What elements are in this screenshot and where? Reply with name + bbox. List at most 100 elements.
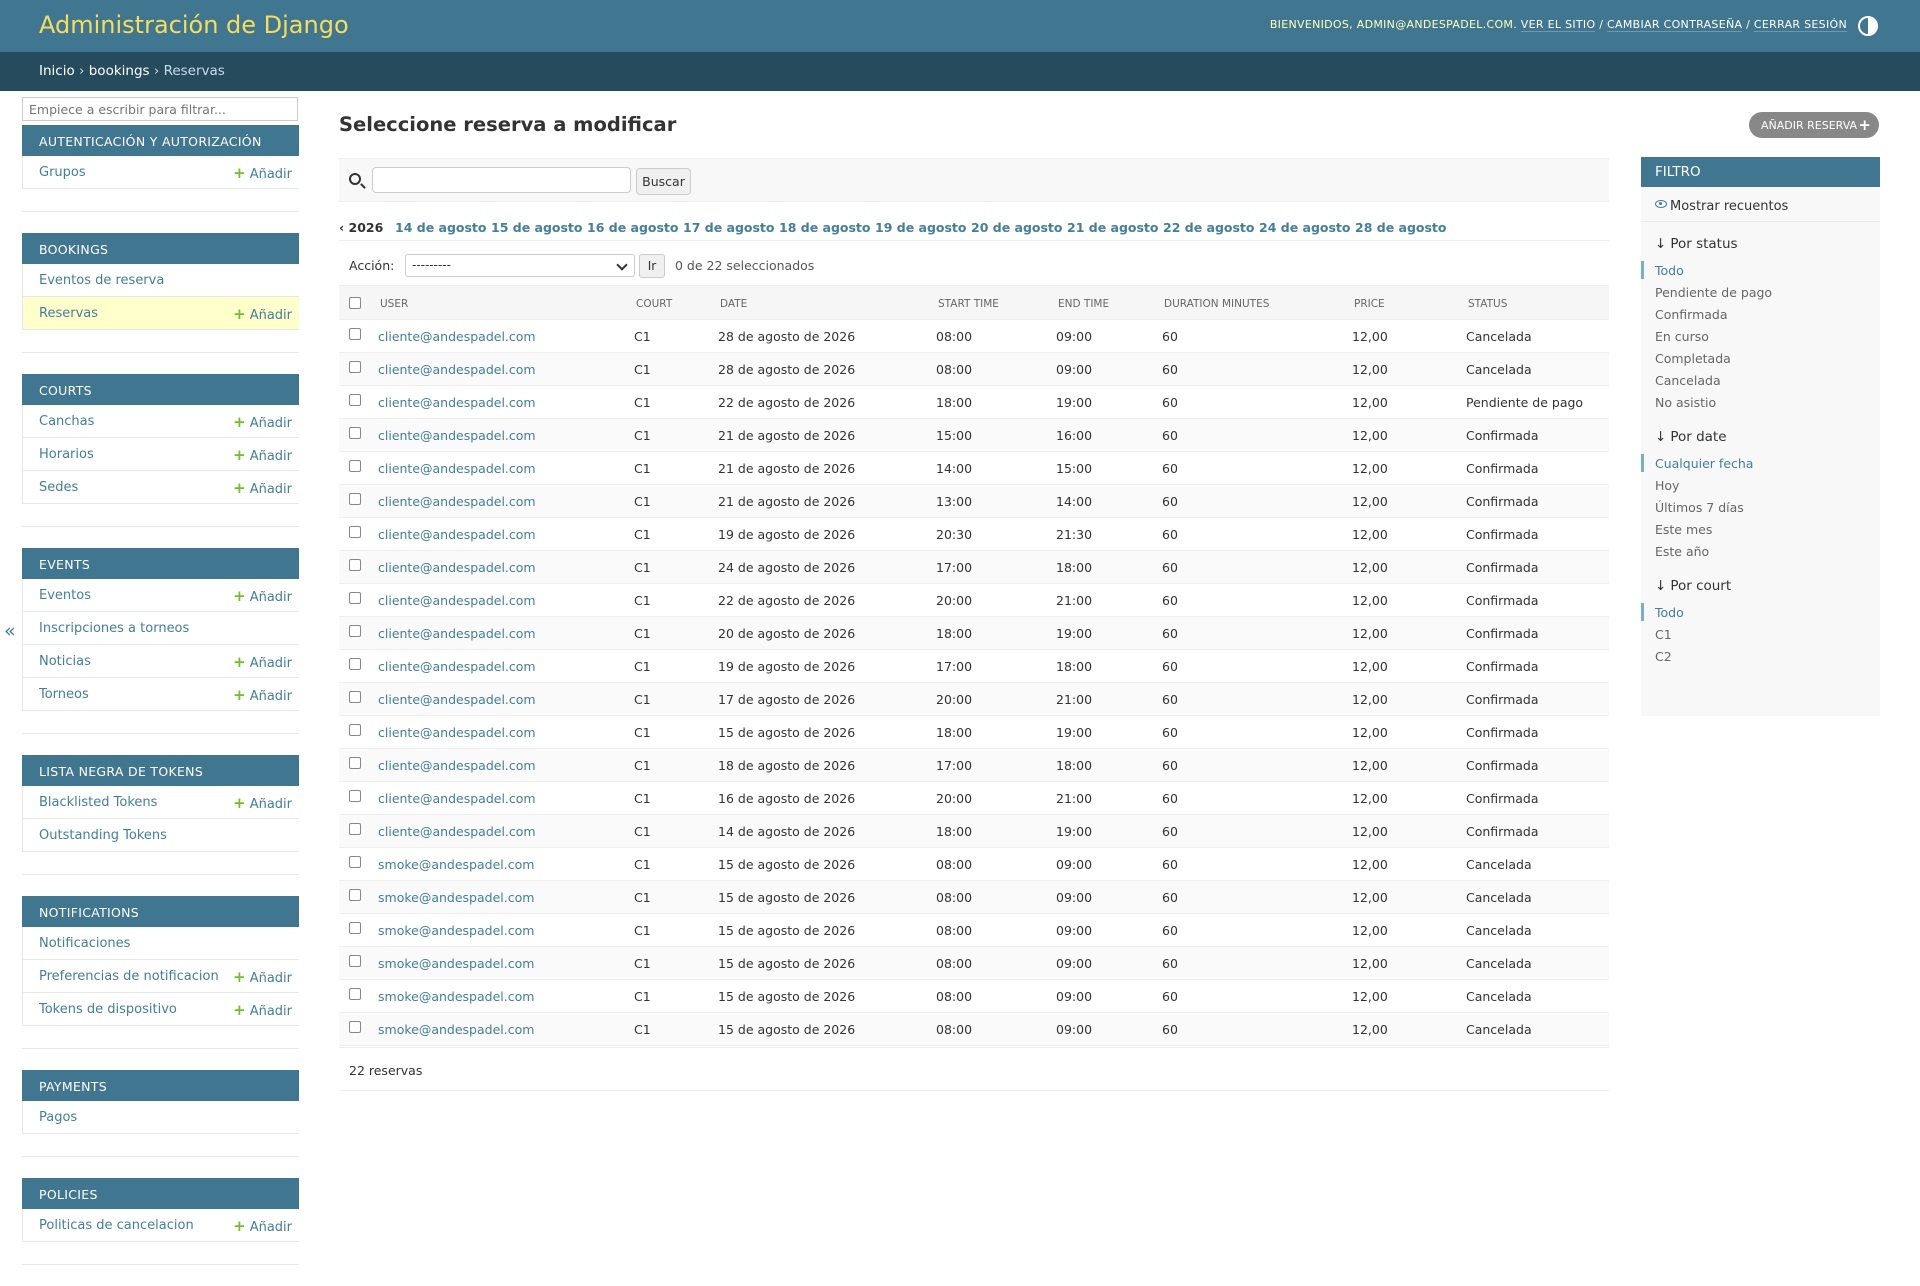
user-link[interactable]: cliente@andespadel.com (378, 791, 536, 806)
date-hierarchy-back[interactable]: ‹ 2026 (339, 220, 383, 235)
user-link[interactable]: cliente@andespadel.com (378, 758, 536, 773)
column-status-header[interactable]: STATUS (1468, 298, 1507, 310)
date-hierarchy-link[interactable]: 17 de agosto (683, 220, 775, 235)
sidebar-item-link[interactable]: Blacklisted Tokens (39, 795, 157, 810)
nav-module-caption[interactable]: AUTENTICACIÓN Y AUTORIZACIÓN (22, 125, 299, 156)
sidebar-item-link[interactable]: Horarios (39, 447, 94, 462)
user-link[interactable]: smoke@andespadel.com (378, 989, 534, 1004)
date-hierarchy-link[interactable]: 24 de agosto (1259, 220, 1351, 235)
row-checkbox[interactable] (349, 790, 361, 802)
user-link[interactable]: cliente@andespadel.com (378, 461, 536, 476)
user-link[interactable]: cliente@andespadel.com (378, 626, 536, 641)
user-link[interactable]: cliente@andespadel.com (378, 395, 536, 410)
user-link[interactable]: cliente@andespadel.com (378, 527, 536, 542)
sidebar-item-link[interactable]: Eventos de reserva (39, 273, 164, 288)
nav-module-caption[interactable]: BOOKINGS (22, 233, 299, 264)
filter-option[interactable]: Este año (1655, 542, 1880, 564)
add-link[interactable]: + Añadir (233, 1001, 292, 1019)
row-checkbox[interactable] (349, 889, 361, 901)
user-link[interactable]: cliente@andespadel.com (378, 362, 536, 377)
user-link[interactable]: cliente@andespadel.com (378, 494, 536, 509)
action-go-button[interactable]: Ir (639, 254, 665, 278)
filter-option[interactable]: C2 (1655, 647, 1880, 669)
add-link[interactable]: + Añadir (233, 446, 292, 464)
sidebar-item-link[interactable]: Noticias (39, 654, 91, 669)
row-checkbox[interactable] (349, 559, 361, 571)
row-checkbox[interactable] (349, 394, 361, 406)
row-checkbox[interactable] (349, 955, 361, 967)
nav-module-caption[interactable]: NOTIFICATIONS (22, 896, 299, 927)
add-link[interactable]: + Añadir (233, 794, 292, 812)
add-link[interactable]: + Añadir (233, 413, 292, 431)
filter-option[interactable]: Cualquier fecha (1641, 454, 1880, 476)
date-hierarchy-link[interactable]: 21 de agosto (1067, 220, 1159, 235)
user-link[interactable]: cliente@andespadel.com (378, 593, 536, 608)
sidebar-item-link[interactable]: Pagos (39, 1110, 77, 1125)
user-link[interactable]: cliente@andespadel.com (378, 560, 536, 575)
filter-option[interactable]: No asistio (1655, 393, 1880, 415)
filter-group-title[interactable]: ↓ Por date (1655, 429, 1880, 445)
date-hierarchy-link[interactable]: 22 de agosto (1163, 220, 1255, 235)
filter-option[interactable]: Todo (1641, 603, 1880, 625)
collapse-sidebar-icon[interactable]: « (4, 620, 16, 642)
add-link[interactable]: + Añadir (233, 653, 292, 671)
user-link[interactable]: cliente@andespadel.com (378, 659, 536, 674)
filter-group-title[interactable]: ↓ Por status (1655, 236, 1880, 252)
change-password-link[interactable]: CAMBIAR CONTRASEÑA (1607, 18, 1743, 32)
search-button[interactable]: Buscar (636, 168, 691, 195)
row-checkbox[interactable] (349, 328, 361, 340)
column-end-time-header[interactable]: END TIME (1058, 298, 1109, 310)
row-checkbox[interactable] (349, 823, 361, 835)
date-hierarchy-link[interactable]: 15 de agosto (491, 220, 583, 235)
column-price-header[interactable]: PRICE (1354, 298, 1385, 310)
row-checkbox[interactable] (349, 361, 361, 373)
column-start-time-header[interactable]: START TIME (938, 298, 999, 310)
add-link[interactable]: + Añadir (233, 305, 292, 323)
date-hierarchy-link[interactable]: 28 de agosto (1355, 220, 1447, 235)
row-checkbox[interactable] (349, 691, 361, 703)
nav-module-caption[interactable]: LISTA NEGRA DE TOKENS (22, 755, 299, 786)
add-link[interactable]: + Añadir (233, 479, 292, 497)
filter-option[interactable]: En curso (1655, 327, 1880, 349)
column-user-header[interactable]: USER (380, 298, 408, 310)
filter-option[interactable]: Todo (1641, 261, 1880, 283)
nav-module-caption[interactable]: PAYMENTS (22, 1070, 299, 1101)
show-counts-link[interactable]: Mostrar recuentos (1641, 187, 1880, 222)
logout-link[interactable]: CERRAR SESIÓN (1753, 18, 1847, 32)
user-link[interactable]: cliente@andespadel.com (378, 725, 536, 740)
filter-option[interactable]: Este mes (1655, 520, 1880, 542)
sidebar-item-link[interactable]: Tokens de dispositivo (39, 1002, 177, 1017)
user-link[interactable]: cliente@andespadel.com (378, 824, 536, 839)
nav-module-caption[interactable]: COURTS (22, 374, 299, 405)
sidebar-item-link[interactable]: Eventos (39, 588, 91, 603)
row-checkbox[interactable] (349, 658, 361, 670)
row-checkbox[interactable] (349, 757, 361, 769)
add-link[interactable]: + Añadir (233, 164, 292, 182)
filter-option[interactable]: Pendiente de pago (1655, 283, 1880, 305)
date-hierarchy-link[interactable]: 14 de agosto (395, 220, 487, 235)
filter-option[interactable]: C1 (1655, 625, 1880, 647)
filter-option[interactable]: Cancelada (1655, 371, 1880, 393)
sidebar-item-link[interactable]: Outstanding Tokens (39, 828, 167, 843)
add-link[interactable]: + Añadir (233, 686, 292, 704)
action-select[interactable]: --------- (405, 254, 635, 277)
row-checkbox[interactable] (349, 625, 361, 637)
add-link[interactable]: + Añadir (233, 1217, 292, 1235)
add-link[interactable]: + Añadir (233, 968, 292, 986)
sidebar-item-link[interactable]: Politicas de cancelacion (39, 1218, 194, 1233)
breadcrumb-app[interactable]: bookings (89, 63, 150, 79)
user-link[interactable]: smoke@andespadel.com (378, 1022, 534, 1037)
sidebar-item-link[interactable]: Grupos (39, 165, 86, 180)
nav-module-caption[interactable]: POLICIES (22, 1178, 299, 1209)
date-hierarchy-link[interactable]: 16 de agosto (587, 220, 679, 235)
search-input[interactable] (372, 167, 631, 193)
row-checkbox[interactable] (349, 493, 361, 505)
user-link[interactable]: smoke@andespadel.com (378, 956, 534, 971)
nav-module-caption[interactable]: EVENTS (22, 548, 299, 579)
user-link[interactable]: smoke@andespadel.com (378, 923, 534, 938)
row-checkbox[interactable] (349, 988, 361, 1000)
view-site-link[interactable]: VER EL SITIO (1520, 18, 1596, 32)
sidebar-item-link[interactable]: Preferencias de notificacion (39, 969, 219, 984)
row-checkbox[interactable] (349, 592, 361, 604)
sidebar-item-link[interactable]: Torneos (39, 687, 89, 702)
